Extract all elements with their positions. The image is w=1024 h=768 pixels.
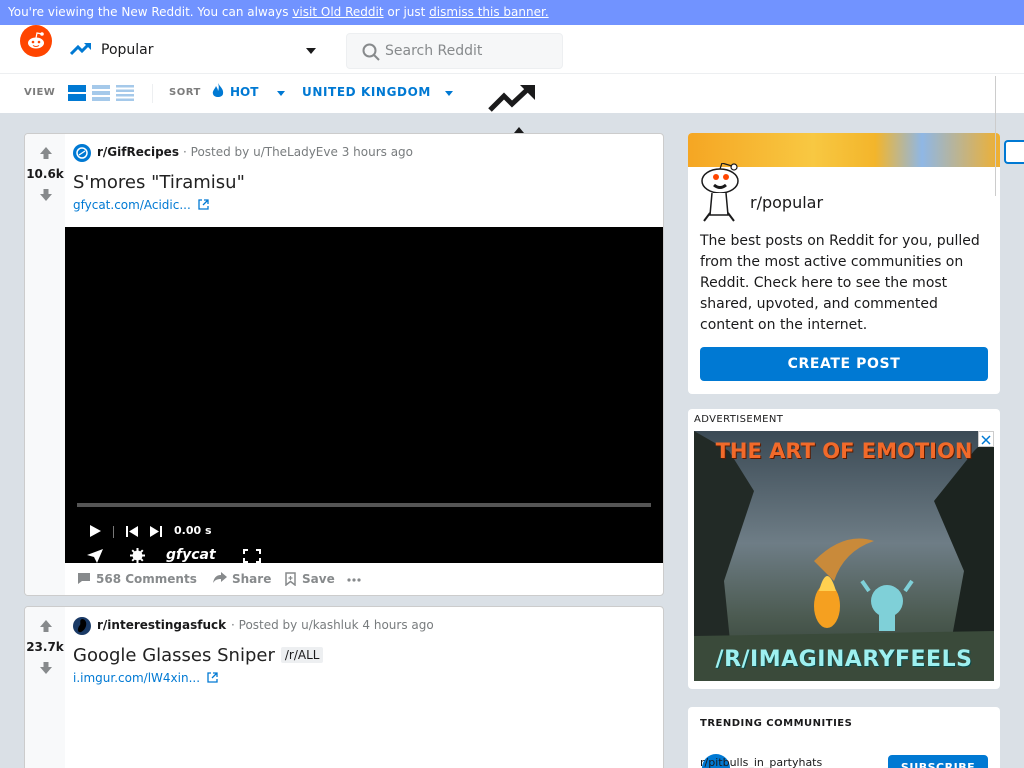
share-icon (213, 572, 227, 583)
bookmark-icon (285, 572, 296, 586)
comment-icon (78, 573, 90, 584)
gear-icon[interactable] (130, 548, 145, 563)
banner-text: You're viewing the New Reddit. You can a… (8, 5, 293, 19)
play-icon[interactable] (89, 525, 101, 537)
sort-value: HOT (230, 85, 259, 99)
card-view-icon[interactable] (68, 85, 86, 101)
comments-count: 568 Comments (96, 572, 197, 586)
post-card[interactable]: 23.7k r/interestingasfuck · Posted by u/… (24, 606, 664, 768)
external-link-icon (197, 199, 209, 210)
ad-headline: THE ART OF EMOTION (715, 439, 973, 463)
region-selector[interactable]: UNITED KINGDOM (302, 85, 431, 99)
chevron-down-icon (306, 48, 316, 54)
subreddit-link[interactable]: r/GifRecipes (97, 145, 179, 159)
post-title-text: Google Glasses Sniper (73, 645, 275, 666)
vote-bar: 23.7k (25, 607, 65, 768)
post-link[interactable]: i.imgur.com/lW4xin... (73, 671, 218, 685)
popular-info-card: r/popular The best posts on Reddit for y… (688, 133, 1000, 394)
trending-icon (70, 42, 91, 56)
sort-chevron-down-icon[interactable] (277, 91, 285, 96)
more-options-icon[interactable] (347, 578, 361, 582)
ad-artwork (694, 431, 994, 681)
post-title[interactable]: Google Glasses Sniper/r/ALL (73, 645, 324, 666)
flame-icon (212, 83, 224, 97)
post-link[interactable]: gfycat.com/Acidic... (73, 198, 209, 212)
compact-view-icon[interactable] (116, 85, 134, 101)
new-reddit-banner: You're viewing the New Reddit. You can a… (0, 0, 1024, 25)
banner-text-middle: or just (383, 5, 430, 19)
trending-communities-card: TRENDING COMMUNITIES r/pitbulls_in_party… (688, 707, 1000, 768)
save-label: Save (302, 572, 335, 586)
post-score: 23.7k (26, 640, 64, 654)
subreddit-link[interactable]: r/interestingasfuck (97, 618, 226, 632)
community-description: The best posts on Reddit for you, pulled… (700, 233, 980, 333)
video-progress-bar[interactable] (77, 503, 651, 507)
close-icon (981, 435, 991, 445)
gfycat-logo: gfycat (166, 547, 216, 563)
search-box[interactable] (346, 33, 563, 69)
fullscreen-icon[interactable] (243, 549, 261, 563)
downvote-arrow-icon[interactable] (39, 188, 53, 202)
post-card[interactable]: 10.6k r/GifRecipes · Posted by u/TheLady… (24, 133, 664, 596)
subscribe-button[interactable]: SUBSCRIBE (888, 755, 988, 768)
trending-community-link[interactable]: r/pitbulls_in_partyhats (700, 756, 822, 768)
next-frame-icon[interactable] (150, 526, 162, 537)
divider (995, 76, 996, 196)
subreddit-icon[interactable] (73, 617, 91, 635)
visit-old-reddit-link[interactable]: visit Old Reddit (292, 5, 383, 19)
ad-image[interactable]: THE ART OF EMOTION /R/IMAGINARYFEELS (694, 431, 994, 681)
create-post-button[interactable]: CREATE POST (700, 347, 988, 381)
video-player[interactable]: 0.00 s gfycat (65, 227, 663, 563)
rising-trend-icon[interactable] (488, 84, 536, 114)
ad-label: ADVERTISEMENT (694, 414, 784, 425)
ad-footer: /R/IMAGINARYFEELS (715, 647, 973, 672)
community-banner (688, 133, 1000, 167)
classic-view-icon[interactable] (92, 85, 110, 101)
post-byline: · Posted by u/kashluk 4 hours ago (231, 618, 434, 632)
vote-bar: 10.6k (25, 134, 65, 595)
trending-title: TRENDING COMMUNITIES (700, 718, 853, 729)
region-chevron-down-icon[interactable] (445, 91, 453, 96)
post-title[interactable]: S'mores "Tiramisu" (73, 172, 245, 193)
post-score: 10.6k (26, 167, 64, 181)
search-icon (362, 43, 380, 61)
external-link-icon (207, 672, 218, 683)
snoo-mascot-icon (701, 163, 739, 222)
subreddit-icon[interactable] (73, 144, 91, 162)
header: Popular (0, 25, 1024, 74)
feed-label: Popular (101, 42, 154, 58)
upvote-arrow-icon[interactable] (39, 146, 53, 160)
sort-label: SORT (169, 87, 201, 98)
previous-frame-icon[interactable] (126, 526, 138, 537)
send-icon[interactable] (87, 549, 103, 563)
reddit-logo-icon[interactable] (20, 25, 52, 57)
search-input[interactable] (385, 41, 555, 61)
post-link-text: i.imgur.com/lW4xin... (73, 671, 201, 685)
post-flair: /r/ALL (280, 647, 324, 663)
community-name: r/popular (750, 193, 824, 212)
dismiss-banner-link[interactable]: dismiss this banner. (429, 5, 548, 19)
share-label: Share (232, 572, 272, 586)
downvote-arrow-icon[interactable] (39, 661, 53, 675)
upvote-arrow-icon[interactable] (39, 619, 53, 633)
divider (113, 526, 114, 538)
advertisement-card: ADVERTISEMENT THE ART OF EMOTION /R/IMAG… (688, 409, 1000, 689)
side-panel-handle[interactable] (1004, 140, 1024, 164)
video-time: 0.00 s (174, 524, 212, 537)
ad-close-button[interactable] (978, 431, 994, 447)
post-byline: · Posted by u/TheLadyEve 3 hours ago (183, 145, 414, 159)
feed-selector[interactable]: Popular (70, 39, 320, 63)
post-link-text: gfycat.com/Acidic... (73, 198, 191, 212)
view-label: VIEW (24, 87, 56, 98)
divider (152, 84, 153, 103)
